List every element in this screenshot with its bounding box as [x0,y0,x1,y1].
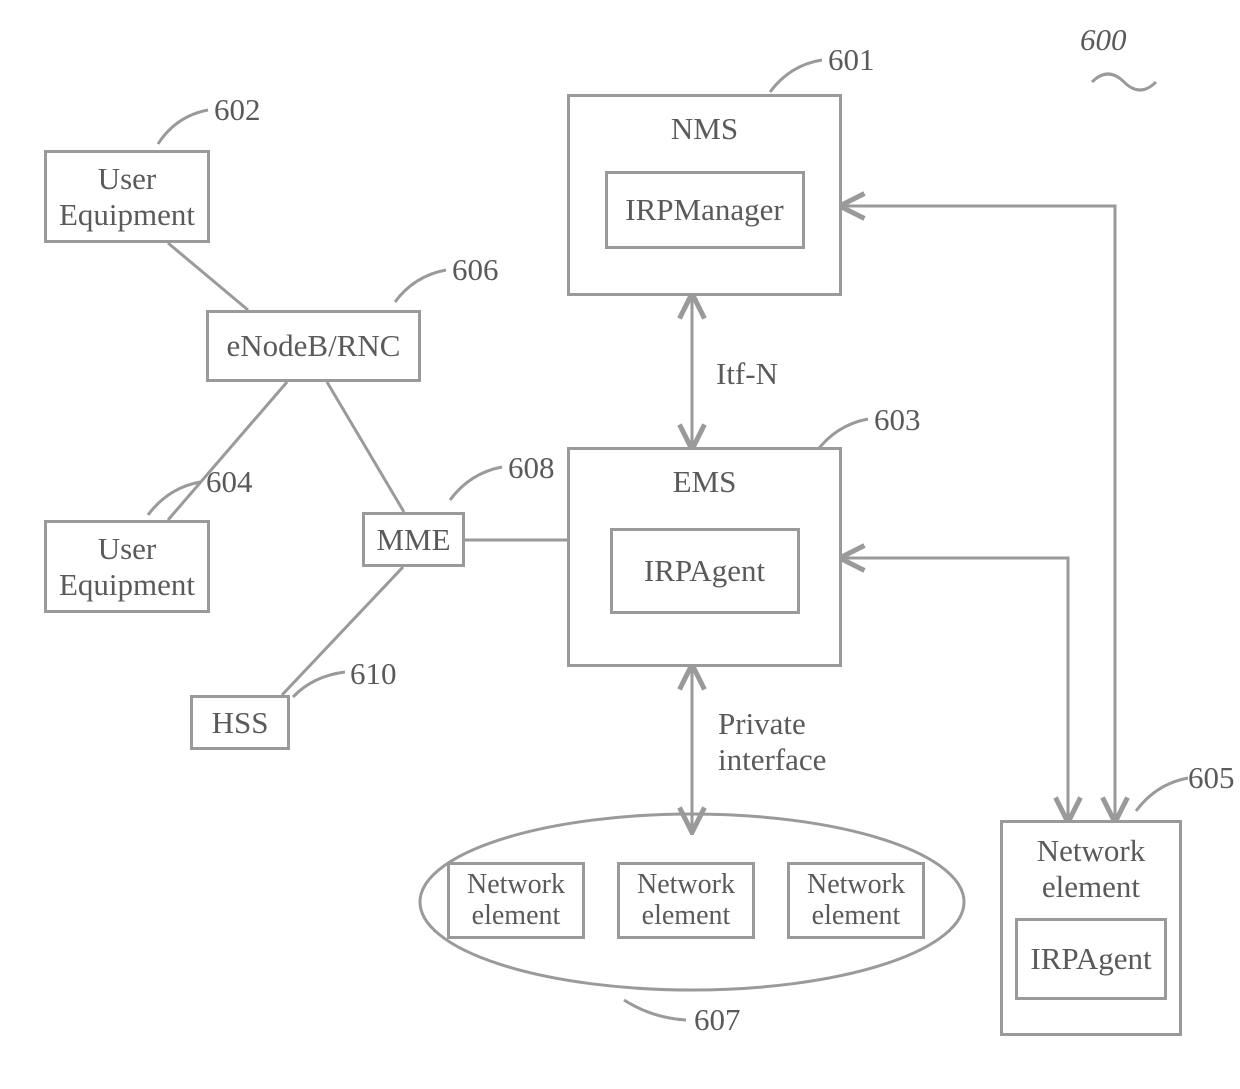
mme-box: MME [362,512,465,567]
hss-label: HSS [212,705,269,741]
ue1-label: User Equipment [59,161,195,232]
irpmanager-box: IRPManager [605,171,805,249]
diagram-canvas: 600 NMS IRPManager 601 EMS IRPAgent 603 … [0,0,1240,1089]
ue2-label: User Equipment [59,531,195,602]
ref-608: 608 [508,450,555,486]
ems-box: EMS IRPAgent [567,447,842,667]
nms-box: NMS IRPManager [567,94,842,296]
ne-irp-box: Network element IRPAgent [1000,820,1182,1036]
ref-603: 603 [874,402,921,438]
ue2-box: User Equipment [44,520,210,613]
link-itfn: Itf-N [716,356,778,392]
enodeb-box: eNodeB/RNC [206,310,421,382]
ref-602: 602 [214,92,261,128]
ref-600: 600 [1080,22,1127,58]
ne-small-2: Network element [617,862,755,939]
enodeb-label: eNodeB/RNC [227,328,401,364]
ems-title: EMS [673,464,737,500]
ref-604: 604 [206,464,253,500]
ne-irp-inner: IRPAgent [1015,918,1167,1000]
mme-label: MME [376,522,450,558]
nms-title: NMS [671,111,738,147]
ref-610: 610 [350,656,397,692]
ne-small-3: Network element [787,862,925,939]
ne-irp-title: Network element [1037,833,1145,904]
ne-small-1: Network element [447,862,585,939]
ref-607: 607 [694,1002,741,1038]
link-private: Private interface [718,706,826,777]
ref-605: 605 [1188,760,1235,796]
ems-irpagent-box: IRPAgent [610,528,800,614]
hss-box: HSS [190,695,290,750]
ref-606: 606 [452,252,499,288]
ue1-box: User Equipment [44,150,210,243]
ref-601: 601 [828,42,875,78]
